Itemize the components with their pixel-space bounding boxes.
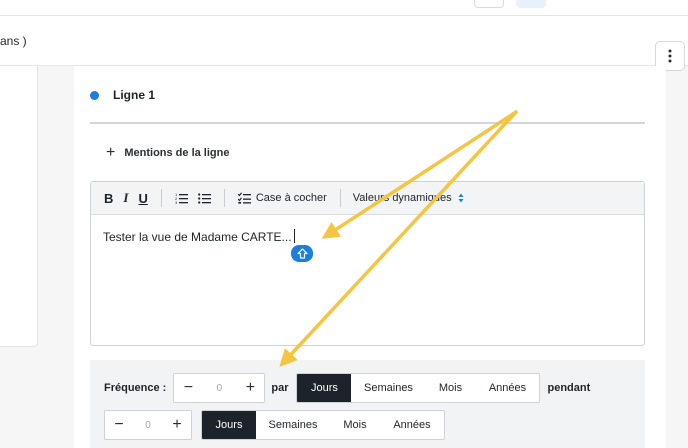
top-bar [0,0,688,16]
plus-icon: + [106,144,116,161]
line-card: Ligne 1 + Mentions de la ligne B I U 1 2… [74,66,666,448]
duration-unit-jours[interactable]: Jours [202,411,256,439]
frequency-unit-selector[interactable]: Jours Semaines Mois Années [296,373,541,403]
dynamic-values-label: Valeurs dynamiques [352,192,452,204]
duration-unit-selector[interactable]: Jours Semaines Mois Années [201,410,445,440]
frequency-unit-jours[interactable]: Jours [297,374,352,402]
frequency-label: Fréquence : [104,382,167,394]
frequency-panel: Fréquence : − 0 + par Jours Semaines Moi… [90,360,645,448]
left-panel [0,66,38,347]
text-caret [293,229,295,243]
top-bar-primary-button[interactable] [516,0,546,8]
svg-text:3: 3 [175,200,178,204]
duration-stepper[interactable]: − 0 + [104,410,192,440]
frequency-unit-semaines[interactable]: Semaines [351,374,425,402]
frequency-value[interactable]: 0 [202,383,236,394]
kebab-icon [668,49,672,63]
shift-key-badge [291,245,313,262]
header-title-fragment: ans ) [0,34,27,48]
italic-button[interactable]: I [118,187,133,209]
frequency-stepper[interactable]: − 0 + [173,373,266,403]
editor-toolbar: B I U 1 2 3 Case à cocher Valeurs dynami… [91,182,644,215]
par-label: par [271,382,289,394]
duration-row: − 0 + Jours Semaines Mois Années [104,410,445,440]
frequency-row: Fréquence : − 0 + par Jours Semaines Moi… [104,373,590,403]
toolbar-separator [223,189,225,207]
add-mentions-label: Mentions de la ligne [124,147,230,159]
bullet-list-icon [197,193,211,204]
pendant-label: pendant [547,382,591,394]
toolbar-separator [160,189,162,207]
editor-text: Tester la vue de Madame CARTE... [103,230,292,244]
rich-text-editor[interactable]: B I U 1 2 3 Case à cocher Valeurs dynami… [90,181,645,346]
bullet-list-button[interactable] [193,187,216,209]
ordered-list-button[interactable]: 1 2 3 [170,187,193,209]
editor-content[interactable]: Tester la vue de Madame CARTE... [103,229,295,244]
checkbox-list-button[interactable]: Case à cocher [233,187,332,209]
frequency-increment-button[interactable]: + [236,374,264,402]
frequency-unit-mois[interactable]: Mois [425,374,475,402]
line-header: Ligne 1 [90,88,155,102]
line-status-dot [90,90,99,100]
frequency-unit-annees[interactable]: Années [475,374,539,402]
divider [90,122,645,124]
top-bar-button[interactable] [474,0,504,8]
ordered-list-icon: 1 2 3 [175,192,188,204]
dynamic-values-select[interactable]: Valeurs dynamiques [349,192,468,204]
duration-value[interactable]: 0 [133,420,163,431]
sub-header: ans ) [0,16,688,71]
duration-decrement-button[interactable]: − [105,411,133,439]
line-title: Ligne 1 [113,88,156,102]
duration-unit-annees[interactable]: Années [380,411,444,439]
duration-increment-button[interactable]: + [163,411,191,439]
add-mentions-button[interactable]: + Mentions de la ligne [106,144,230,161]
duration-unit-semaines[interactable]: Semaines [256,411,330,439]
duration-unit-mois[interactable]: Mois [330,411,380,439]
bold-button[interactable]: B [99,187,118,209]
underline-button[interactable]: U [133,187,152,209]
select-arrows-icon [458,193,464,203]
toolbar-separator [339,189,341,207]
shift-icon [296,248,308,259]
checkbox-list-label: Case à cocher [255,192,327,204]
checklist-icon [237,192,251,204]
frequency-decrement-button[interactable]: − [174,374,202,402]
